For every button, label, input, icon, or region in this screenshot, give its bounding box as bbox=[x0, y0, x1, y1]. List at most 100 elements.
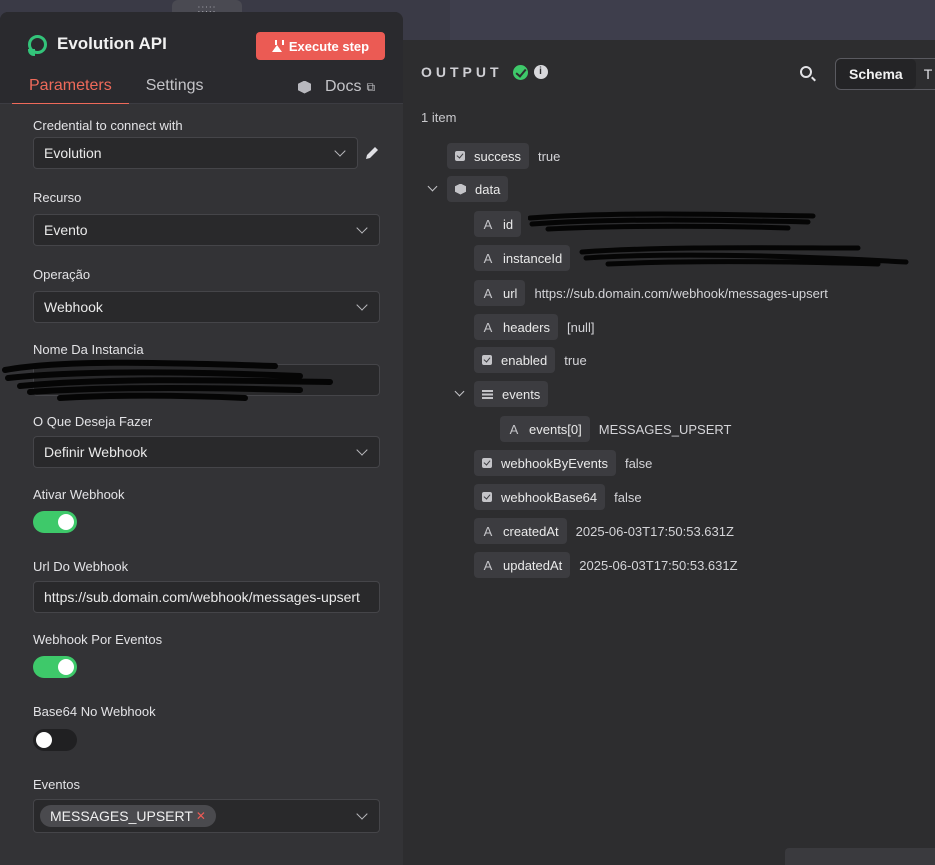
schema-key: enabled bbox=[501, 352, 548, 368]
schema-value: [null] bbox=[566, 319, 595, 335]
remove-tag-icon[interactable]: ✕ bbox=[196, 809, 206, 823]
base64-toggle[interactable] bbox=[33, 729, 77, 751]
schema-key: instanceId bbox=[503, 250, 563, 266]
schema-key-pill[interactable]: Aevents[0] bbox=[500, 416, 590, 442]
schema-row-webhookbyevents: webhookByEvents false bbox=[474, 450, 652, 476]
instance-name-label: Nome Da Instancia bbox=[33, 342, 144, 357]
operation-select[interactable]: Webhook bbox=[33, 291, 380, 323]
schema-value: false bbox=[614, 489, 642, 505]
string-type-icon: A bbox=[483, 319, 493, 335]
operation-label: Operação bbox=[33, 267, 91, 282]
events-label: Eventos bbox=[33, 777, 80, 792]
canvas-header-block bbox=[450, 0, 935, 40]
toggle-knob bbox=[58, 659, 74, 675]
docs-link[interactable]: Docs ⧉ bbox=[298, 78, 375, 96]
schema-row-enabled: enabled true bbox=[474, 347, 587, 373]
event-tag: MESSAGES_UPSERT ✕ bbox=[40, 805, 216, 827]
bottom-edge bbox=[785, 848, 935, 865]
chevron-down-icon bbox=[356, 222, 368, 234]
schema-row-createdat: AcreatedAt 2025-06-03T17:50:53.631Z bbox=[474, 518, 734, 544]
schema-row-updatedat: AupdatedAt 2025-06-03T17:50:53.631Z bbox=[474, 552, 738, 578]
webhook-by-events-toggle[interactable] bbox=[33, 656, 77, 678]
schema-row-data: data bbox=[447, 176, 509, 202]
schema-key-pill[interactable]: AcreatedAt bbox=[474, 518, 567, 544]
schema-row-events0: Aevents[0] MESSAGES_UPSERT bbox=[500, 416, 731, 442]
object-icon bbox=[455, 183, 466, 195]
chevron-down-icon bbox=[356, 299, 368, 311]
schema-key: events[0] bbox=[529, 421, 582, 437]
action-select[interactable]: Definir Webhook bbox=[33, 436, 380, 468]
schema-row-events: events bbox=[474, 381, 549, 407]
resource-value: Evento bbox=[44, 222, 88, 238]
schema-key-pill[interactable]: events bbox=[474, 381, 549, 407]
schema-value: 2025-06-03T17:50:53.631Z bbox=[579, 557, 738, 573]
node-title[interactable]: Evolution API bbox=[57, 34, 167, 54]
schema-value: true bbox=[537, 148, 561, 164]
string-type-icon: A bbox=[483, 216, 493, 232]
resource-select[interactable]: Evento bbox=[33, 214, 380, 246]
schema-key: id bbox=[503, 216, 514, 232]
panel-header: Evolution API Execute step Parameters Se… bbox=[0, 12, 403, 105]
action-value: Definir Webhook bbox=[44, 444, 148, 460]
docs-label: Docs bbox=[325, 78, 362, 95]
schema-key-pill[interactable]: webhookBase64 bbox=[474, 484, 606, 510]
schema-row-headers: Aheaders [null] bbox=[474, 314, 594, 340]
schema-key-pill[interactable]: AinstanceId bbox=[474, 245, 571, 271]
schema-key-pill[interactable]: Aurl bbox=[474, 280, 526, 306]
schema-row-webhookbase64: webhookBase64 false bbox=[474, 484, 642, 510]
schema-key-pill[interactable]: enabled bbox=[474, 347, 556, 373]
credential-select[interactable]: Evolution bbox=[33, 137, 358, 169]
table-view-button[interactable]: T bbox=[916, 59, 935, 89]
webhook-url-input[interactable]: https://sub.domain.com/webhook/messages-… bbox=[33, 581, 380, 613]
evolution-logo-icon bbox=[28, 34, 47, 56]
schema-row-id: Aid bbox=[474, 211, 530, 237]
schema-view-button[interactable]: Schema bbox=[836, 59, 916, 89]
string-type-icon: A bbox=[509, 421, 519, 437]
chevron-down-icon bbox=[356, 808, 368, 820]
events-multiselect[interactable]: MESSAGES_UPSERT ✕ bbox=[33, 799, 380, 833]
toggle-knob bbox=[58, 514, 74, 530]
schema-key-pill[interactable]: AupdatedAt bbox=[474, 552, 571, 578]
info-icon[interactable]: i bbox=[533, 65, 548, 79]
item-count: 1 item bbox=[421, 110, 457, 125]
chevron-down-icon bbox=[356, 444, 368, 456]
schema-key: webhookByEvents bbox=[501, 455, 608, 471]
schema-key: success bbox=[474, 148, 521, 164]
schema-row-success: success true bbox=[447, 143, 560, 169]
schema-key: updatedAt bbox=[503, 557, 563, 573]
schema-row-url: Aurl https://sub.domain.com/webhook/mess… bbox=[474, 280, 828, 306]
resource-label: Recurso bbox=[33, 190, 82, 205]
schema-key-pill[interactable]: success bbox=[447, 143, 529, 169]
schema-key-pill[interactable]: Aid bbox=[474, 211, 522, 237]
chevron-down-icon bbox=[334, 145, 346, 157]
list-icon bbox=[482, 389, 493, 399]
schema-key: events bbox=[502, 386, 541, 402]
tab-parameters[interactable]: Parameters bbox=[12, 74, 129, 105]
enable-webhook-label: Ativar Webhook bbox=[33, 487, 125, 502]
tab-settings[interactable]: Settings bbox=[129, 74, 221, 105]
execute-step-button[interactable]: Execute step bbox=[256, 32, 385, 60]
base64-label: Base64 No Webhook bbox=[33, 704, 156, 719]
schema-key: data bbox=[475, 181, 501, 197]
schema-value: https://sub.domain.com/webhook/messages-… bbox=[534, 285, 828, 301]
execute-step-label: Execute step bbox=[288, 38, 370, 54]
schema-value: MESSAGES_UPSERT bbox=[598, 421, 732, 437]
cube-icon bbox=[298, 80, 311, 94]
pencil-icon[interactable] bbox=[364, 145, 380, 161]
schema-key: webhookBase64 bbox=[501, 489, 598, 505]
external-link-icon: ⧉ bbox=[366, 79, 376, 94]
schema-key-pill[interactable]: webhookByEvents bbox=[474, 450, 616, 476]
schema-key-pill[interactable]: Aheaders bbox=[474, 314, 558, 340]
string-type-icon: A bbox=[483, 285, 493, 301]
search-icon[interactable] bbox=[800, 66, 812, 78]
schema-value: false bbox=[624, 455, 653, 471]
instance-name-input[interactable] bbox=[33, 364, 380, 396]
action-label: O Que Deseja Fazer bbox=[33, 414, 153, 429]
schema-key: createdAt bbox=[503, 523, 559, 539]
schema-key: url bbox=[503, 285, 518, 301]
operation-value: Webhook bbox=[44, 299, 103, 315]
flask-icon bbox=[271, 40, 284, 52]
enable-webhook-toggle[interactable] bbox=[33, 511, 77, 533]
schema-key-pill[interactable]: data bbox=[447, 176, 509, 202]
credential-label: Credential to connect with bbox=[33, 118, 183, 133]
